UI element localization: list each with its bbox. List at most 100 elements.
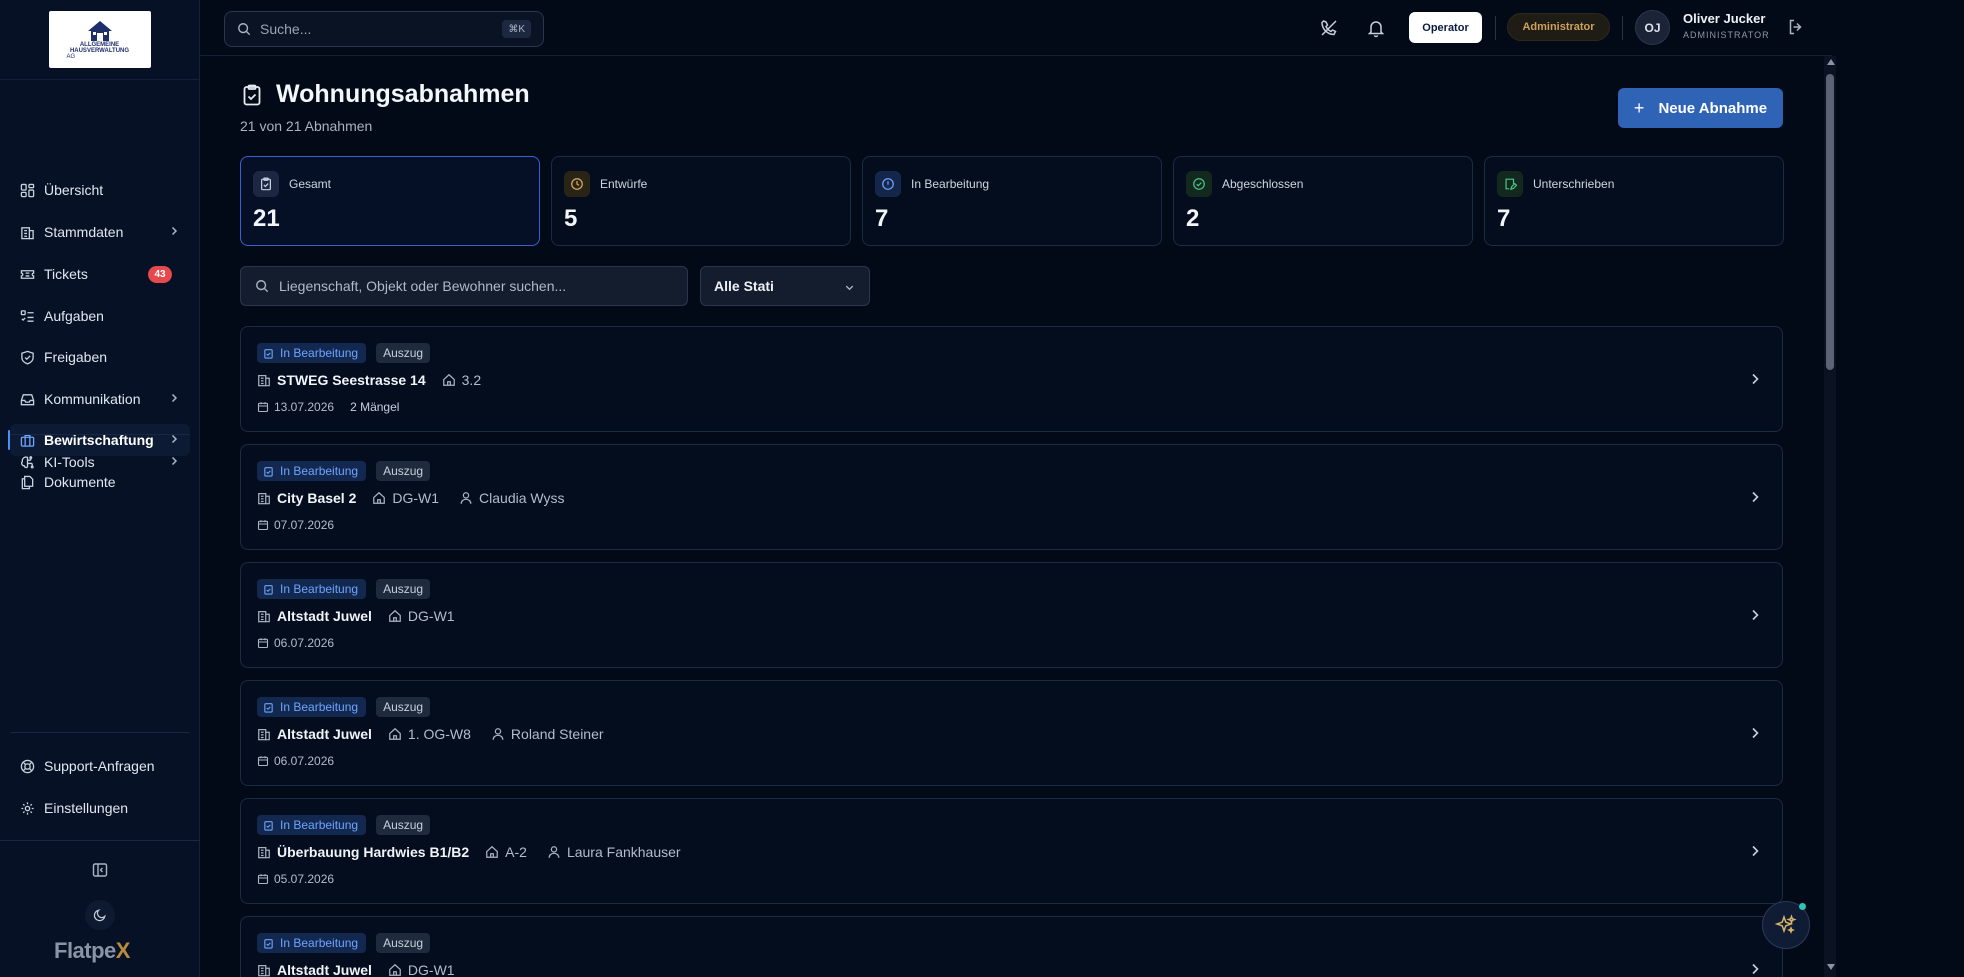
stat-value: 5 [564, 205, 578, 232]
role-badge-administrator[interactable]: Administrator [1507, 13, 1610, 41]
sparkles-icon [1774, 914, 1797, 934]
flatpex-brand-logo: FlatpeX [54, 938, 130, 964]
sidebar-item-stammdaten[interactable]: Stammdaten [10, 216, 190, 248]
moon-icon [93, 909, 106, 922]
building-icon [257, 609, 271, 623]
scroll-down-arrow[interactable] [1827, 964, 1835, 970]
shield-check-icon [20, 350, 35, 365]
user-icon [491, 727, 505, 741]
sidebar-item-label: Stammdaten [44, 224, 124, 240]
sidebar-divider [10, 434, 190, 435]
chevron-down-icon [845, 285, 854, 291]
stat-card-gesamt[interactable]: Gesamt 21 [240, 156, 540, 246]
house-logo-icon [87, 20, 112, 41]
dashboard-icon [20, 183, 35, 198]
sidebar-item-label: Kommunikation [44, 391, 141, 407]
theme-toggle-button[interactable] [85, 900, 115, 930]
scroll-up-arrow[interactable] [1827, 59, 1835, 65]
property-name: Altstadt Juwel [277, 962, 372, 977]
inspection-search-input[interactable]: Liegenschaft, Objekt oder Bewohner suche… [240, 266, 688, 306]
inspection-card[interactable]: In Bearbeitung Auszug City Basel 2 DG-W1… [240, 444, 1783, 550]
signed-doc-icon [1497, 171, 1523, 197]
sidebar-item-einstellungen[interactable]: Einstellungen [10, 792, 190, 824]
chevron-right-icon [1752, 727, 1759, 739]
chevron-right-icon [1752, 963, 1759, 975]
operator-mode-button[interactable]: Operator [1409, 12, 1482, 43]
phone-off-icon[interactable] [1319, 18, 1339, 38]
resident-name: Roland Steiner [510, 726, 604, 742]
global-search-input[interactable]: Suche... ⌘K [224, 11, 544, 47]
brand-accent-text: X [115, 938, 131, 963]
clipboard-icon [263, 820, 274, 831]
unit-label: DG-W1 [407, 962, 455, 977]
check-circle-icon [1186, 171, 1212, 197]
tickets-count-badge: 43 [148, 266, 172, 283]
status-badge: In Bearbeitung [257, 815, 367, 835]
user-avatar[interactable]: OJ [1635, 10, 1670, 45]
resident-name: Laura Fankhauser [566, 844, 681, 860]
sidebar-item-support-anfragen[interactable]: Support-Anfragen [10, 750, 190, 782]
new-inspection-button[interactable]: + Neue Abnahme [1618, 88, 1783, 128]
home-icon [388, 609, 402, 623]
inspection-card[interactable]: In Bearbeitung Auszug Überbauung Hardwie… [240, 798, 1783, 904]
sidebar-item-uebersicht[interactable]: Übersicht [10, 174, 190, 206]
clipboard-icon [263, 702, 274, 713]
stat-card-in-bearbeitung[interactable]: In Bearbeitung 7 [862, 156, 1162, 246]
inspection-date: 06.07.2026 [274, 636, 335, 650]
topbar-separator [1622, 16, 1623, 40]
lifebuoy-icon [20, 759, 35, 774]
property-name: Altstadt Juwel [277, 726, 372, 742]
sidebar-divider [0, 840, 200, 841]
brain-icon [20, 455, 35, 470]
new-inspection-button-label: Neue Abnahme [1658, 99, 1768, 117]
tasks-icon [20, 309, 35, 324]
scrollbar-thumb[interactable] [1826, 74, 1834, 370]
sidebar-item-label: Tickets [44, 266, 88, 282]
property-name: Altstadt Juwel [277, 608, 372, 624]
status-badge: In Bearbeitung [257, 461, 367, 481]
calendar-icon [257, 637, 269, 649]
sidebar-item-label: Freigaben [44, 349, 108, 365]
search-placeholder: Suche... [260, 21, 312, 37]
search-icon [237, 22, 251, 36]
bell-icon[interactable] [1366, 18, 1386, 38]
sidebar-item-tickets[interactable]: Tickets 43 [10, 258, 190, 290]
sidebar-item-aufgaben[interactable]: Aufgaben [10, 300, 190, 332]
inspection-date: 13.07.2026 [274, 400, 335, 414]
stat-card-unterschrieben[interactable]: Unterschrieben 7 [1484, 156, 1784, 246]
sidebar-item-kommunikation[interactable]: Kommunikation [10, 383, 190, 415]
logout-icon[interactable] [1787, 18, 1805, 36]
plus-icon: + [1633, 97, 1645, 118]
page-title: Wohnungsabnahmen [276, 80, 530, 108]
building-icon [257, 845, 271, 859]
company-logo[interactable]: ALLGEMEINE HAUSVERWALTUNG AG [48, 11, 151, 68]
sidebar-item-ki-tools[interactable]: KI-Tools [10, 446, 190, 478]
calendar-icon [257, 519, 269, 531]
clipboard-icon [253, 171, 279, 197]
inspection-card[interactable]: In Bearbeitung Auszug STWEG Seestrasse 1… [240, 326, 1783, 432]
stat-label: Entwürfe [600, 177, 648, 191]
user-name: Oliver Jucker [1683, 11, 1766, 26]
user-icon [547, 845, 561, 859]
status-text: In Bearbeitung [280, 582, 359, 596]
inspection-card[interactable]: In Bearbeitung Auszug Altstadt Juwel DG-… [240, 916, 1783, 977]
chevron-right-icon [171, 393, 178, 403]
status-text: In Bearbeitung [280, 818, 359, 832]
clipboard-icon [263, 466, 274, 477]
stat-label: Unterschrieben [1533, 177, 1615, 191]
stat-card-abgeschlossen[interactable]: Abgeschlossen 2 [1173, 156, 1473, 246]
clipboard-icon [263, 348, 274, 359]
sidebar-item-label: Einstellungen [44, 800, 129, 816]
property-name: Überbauung Hardwies B1/B2 [277, 844, 470, 860]
inspection-card[interactable]: In Bearbeitung Auszug Altstadt Juwel DG-… [240, 562, 1783, 668]
status-filter-select[interactable]: Alle Stati [700, 266, 870, 306]
logo-text-line2: HAUSVERWALTUNG [69, 47, 130, 54]
inspection-card[interactable]: In Bearbeitung Auszug Altstadt Juwel 1. … [240, 680, 1783, 786]
sidebar-item-freigaben[interactable]: Freigaben [10, 341, 190, 373]
chevron-right-icon [171, 456, 178, 466]
gear-icon [20, 801, 35, 816]
sidebar-item-label: Aufgaben [44, 308, 104, 324]
stat-card-entwuerfe[interactable]: Entwürfe 5 [551, 156, 851, 246]
sidebar-collapse-icon[interactable] [92, 862, 108, 878]
chevron-right-icon [1752, 373, 1759, 385]
